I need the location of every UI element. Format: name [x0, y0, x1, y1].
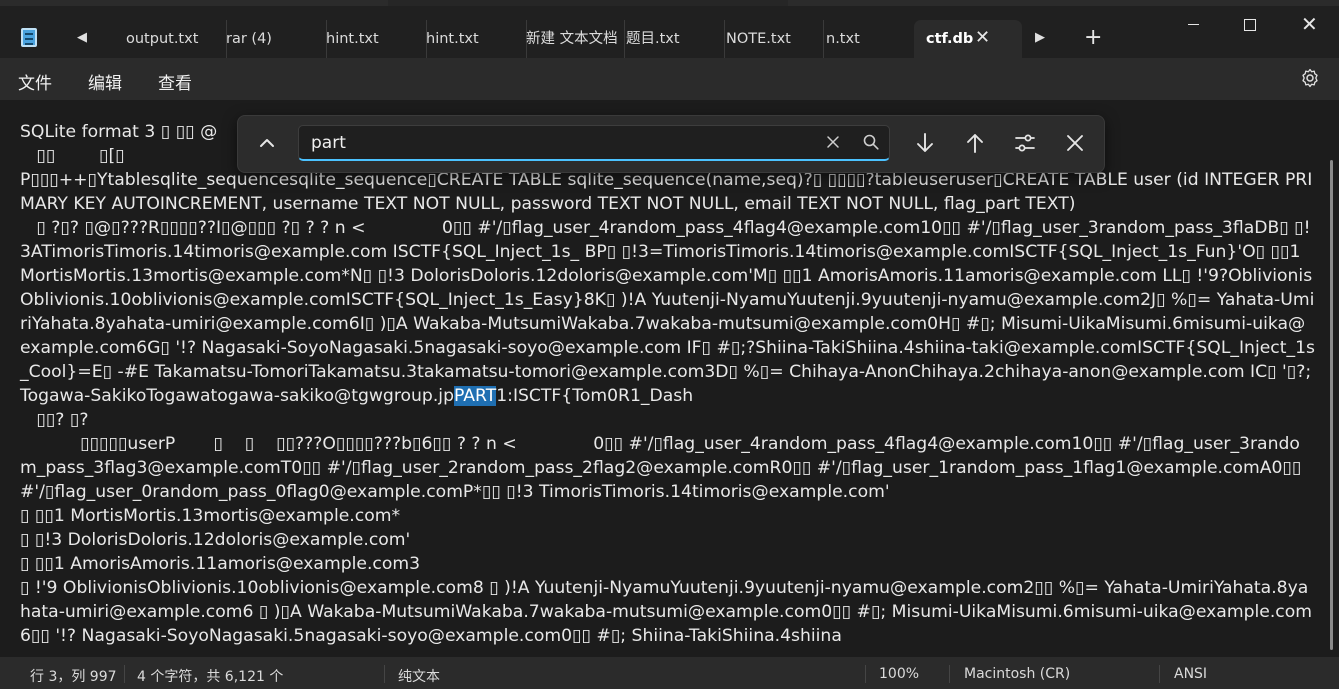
line-ending[interactable]: Macintosh (CR) — [964, 666, 1070, 682]
tab-rar-4[interactable]: rar (4) — [212, 20, 327, 58]
find-previous-arrow-up-icon[interactable] — [962, 130, 988, 156]
tab-label: output.txt — [126, 31, 199, 47]
tab-label: 新建 文本文档 — [526, 31, 618, 47]
close-tab-icon[interactable]: ✕ — [975, 29, 990, 47]
notepad-app-icon — [21, 28, 37, 47]
zoom-level[interactable]: 100% — [879, 666, 919, 682]
text-format: 纯文本 — [398, 669, 440, 685]
window-close-icon[interactable]: ✕ — [1301, 12, 1318, 36]
tab-output-txt[interactable]: output.txt — [112, 20, 227, 58]
status-divider — [865, 665, 866, 683]
tab-scroll-left-icon[interactable]: ◀ — [72, 28, 92, 48]
status-divider — [1159, 665, 1160, 683]
menu-bar: 文件 编辑 查看 — [0, 58, 1339, 100]
tab-new-text-document[interactable]: 新建 文本文档 — [512, 20, 625, 58]
tab-note-txt[interactable]: NOTE.txt — [712, 20, 824, 58]
new-tab-button[interactable]: + — [1084, 27, 1102, 49]
status-divider — [949, 665, 950, 683]
tab-label: rar (4) — [226, 31, 272, 47]
tab-label: hint.txt — [426, 31, 479, 47]
tab-label: ctf.db — [926, 31, 974, 47]
tab-label: n.txt — [826, 31, 860, 47]
tab-hint-txt-1[interactable]: hint.txt — [312, 20, 427, 58]
find-bar — [237, 115, 1105, 173]
toggle-replace-chevron-icon[interactable] — [254, 130, 280, 156]
text-editor[interactable]: SQLite format 3 ▯ ▯▯ @ ▯▯ ▯[▯ P▯▯▯++▯Yta… — [0, 100, 1339, 657]
tab-label: hint.txt — [326, 31, 379, 47]
tab-hint-txt-2[interactable]: hint.txt — [412, 20, 527, 58]
tab-ctf-db[interactable]: ctf.db — [914, 20, 1022, 58]
search-options-sliders-icon[interactable] — [1012, 130, 1038, 156]
find-input[interactable] — [298, 125, 890, 161]
vertical-scrollbar[interactable] — [1330, 160, 1333, 650]
menu-view[interactable]: 查看 — [158, 69, 192, 94]
tab-n-txt[interactable]: n.txt — [812, 20, 923, 58]
find-next-arrow-down-icon[interactable] — [912, 130, 938, 156]
menu-file[interactable]: 文件 — [18, 69, 52, 94]
status-bar: 行 3，列 997 4 个字符，共 6,121 个 纯文本 100% Macin… — [0, 657, 1339, 689]
tab-question-txt[interactable]: 题目.txt — [612, 20, 725, 58]
minimize-icon[interactable] — [1188, 24, 1199, 25]
selection-count: 4 个字符，共 6,121 个 — [137, 669, 284, 685]
close-find-icon[interactable] — [1062, 130, 1088, 156]
text-after-match: 1:ISCTF{Tom0R1_Dash ▯▯? ▯? ▯▯▯▯▯userP ▯ … — [20, 386, 1313, 646]
status-divider — [384, 665, 385, 683]
status-divider — [124, 665, 125, 683]
tab-label: NOTE.txt — [726, 31, 791, 47]
tab-label: 题目.txt — [626, 31, 680, 47]
search-match-highlight: PART — [454, 386, 497, 406]
title-bar: ◀ output.txt rar (4) hint.txt hint.txt 新… — [0, 0, 1339, 58]
cursor-position[interactable]: 行 3，列 997 — [30, 666, 117, 686]
tab-scroll-right-icon[interactable]: ▶ — [1030, 28, 1050, 48]
maximize-icon[interactable] — [1244, 19, 1256, 31]
menu-edit[interactable]: 编辑 — [88, 69, 122, 94]
encoding[interactable]: ANSI — [1174, 666, 1207, 682]
search-icon[interactable] — [862, 133, 880, 151]
clear-search-icon[interactable] — [824, 133, 842, 151]
settings-gear-icon[interactable] — [1300, 68, 1320, 88]
title-bar-edge-accent — [388, 0, 788, 6]
document-text[interactable]: SQLite format 3 ▯ ▯▯ @ ▯▯ ▯[▯ P▯▯▯++▯Yta… — [20, 120, 1315, 648]
